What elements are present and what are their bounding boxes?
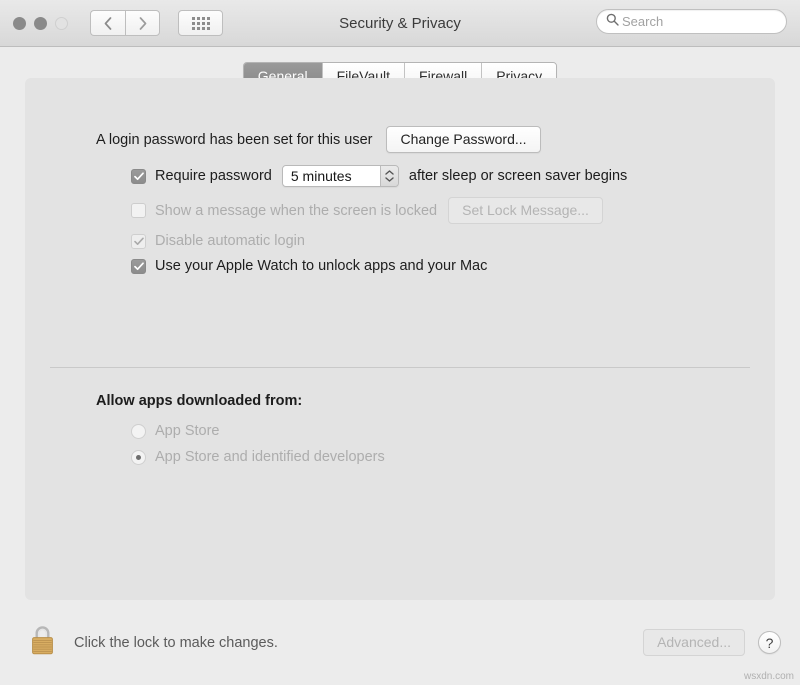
show-all-button[interactable] <box>178 10 223 36</box>
show-lock-message-checkbox[interactable] <box>131 203 146 218</box>
search-input[interactable]: Search <box>622 14 663 29</box>
show-all-grid-icon <box>191 16 210 30</box>
back-button[interactable] <box>90 10 125 36</box>
allow-apps-option-app-store[interactable]: App Store <box>131 423 385 439</box>
disable-auto-login-label: Disable automatic login <box>155 233 305 249</box>
login-password-row: A login password has been set for this u… <box>96 126 775 153</box>
traffic-lights <box>13 16 68 30</box>
set-lock-message-button[interactable]: Set Lock Message... <box>448 197 603 224</box>
lock-control[interactable]: Click the lock to make changes. <box>29 624 278 661</box>
close-window-button[interactable] <box>13 16 26 30</box>
radio-app-store-and-identified-developers[interactable] <box>131 449 146 465</box>
allow-apps-option-label: App Store and identified developers <box>155 449 385 465</box>
disable-auto-login-checkbox[interactable] <box>131 233 146 249</box>
chevron-left-icon <box>104 16 112 30</box>
require-password-interval-stepper[interactable]: 5 minutes <box>281 165 399 187</box>
require-password-label: Require password <box>155 168 272 184</box>
require-password-suffix: after sleep or screen saver begins <box>408 168 628 184</box>
forward-button[interactable] <box>125 10 160 36</box>
search-field[interactable]: Search <box>596 9 787 34</box>
change-password-button[interactable]: Change Password... <box>386 126 541 153</box>
apple-watch-unlock-row: Use your Apple Watch to unlock apps and … <box>131 258 775 274</box>
title-bar: Security & Privacy Search <box>0 0 800 47</box>
zoom-window-button[interactable] <box>55 16 68 30</box>
closed-padlock-icon[interactable] <box>29 624 56 661</box>
apple-watch-unlock-checkbox[interactable] <box>131 258 146 274</box>
show-lock-message-row: Show a message when the screen is locked… <box>131 197 775 224</box>
section-divider <box>50 367 750 368</box>
footer-buttons: Advanced... ? <box>643 629 781 656</box>
require-password-interval-value[interactable]: 5 minutes <box>282 166 380 186</box>
apple-watch-unlock-label: Use your Apple Watch to unlock apps and … <box>155 258 488 274</box>
search-icon <box>606 13 619 31</box>
login-password-status: A login password has been set for this u… <box>96 131 373 148</box>
minimize-window-button[interactable] <box>34 16 47 30</box>
require-password-row: Require password 5 minutes after sleep o… <box>131 165 775 187</box>
radio-app-store[interactable] <box>131 423 146 439</box>
watermark: wsxdn.com <box>743 671 794 682</box>
stepper-arrows-icon[interactable] <box>379 166 398 186</box>
footer-bar: Click the lock to make changes. Advanced… <box>0 600 800 685</box>
allow-apps-title: Allow apps downloaded from: <box>96 393 303 409</box>
security-privacy-window: Security & Privacy Search General FileVa… <box>0 0 800 685</box>
radio-selected-dot <box>136 454 141 460</box>
general-settings-panel: A login password has been set for this u… <box>25 78 775 600</box>
allow-apps-section: Allow apps downloaded from: App Store Ap… <box>96 393 385 475</box>
advanced-button[interactable]: Advanced... <box>643 629 745 656</box>
allow-apps-option-identified-developers[interactable]: App Store and identified developers <box>131 449 385 465</box>
disable-auto-login-row: Disable automatic login <box>131 233 775 249</box>
require-password-checkbox[interactable] <box>131 168 146 184</box>
chevron-right-icon <box>139 16 147 30</box>
allow-apps-option-label: App Store <box>155 423 220 439</box>
lock-note-label: Click the lock to make changes. <box>74 634 278 651</box>
show-lock-message-label: Show a message when the screen is locked <box>155 202 438 219</box>
help-button[interactable]: ? <box>758 631 781 654</box>
navigation-buttons <box>90 10 160 36</box>
